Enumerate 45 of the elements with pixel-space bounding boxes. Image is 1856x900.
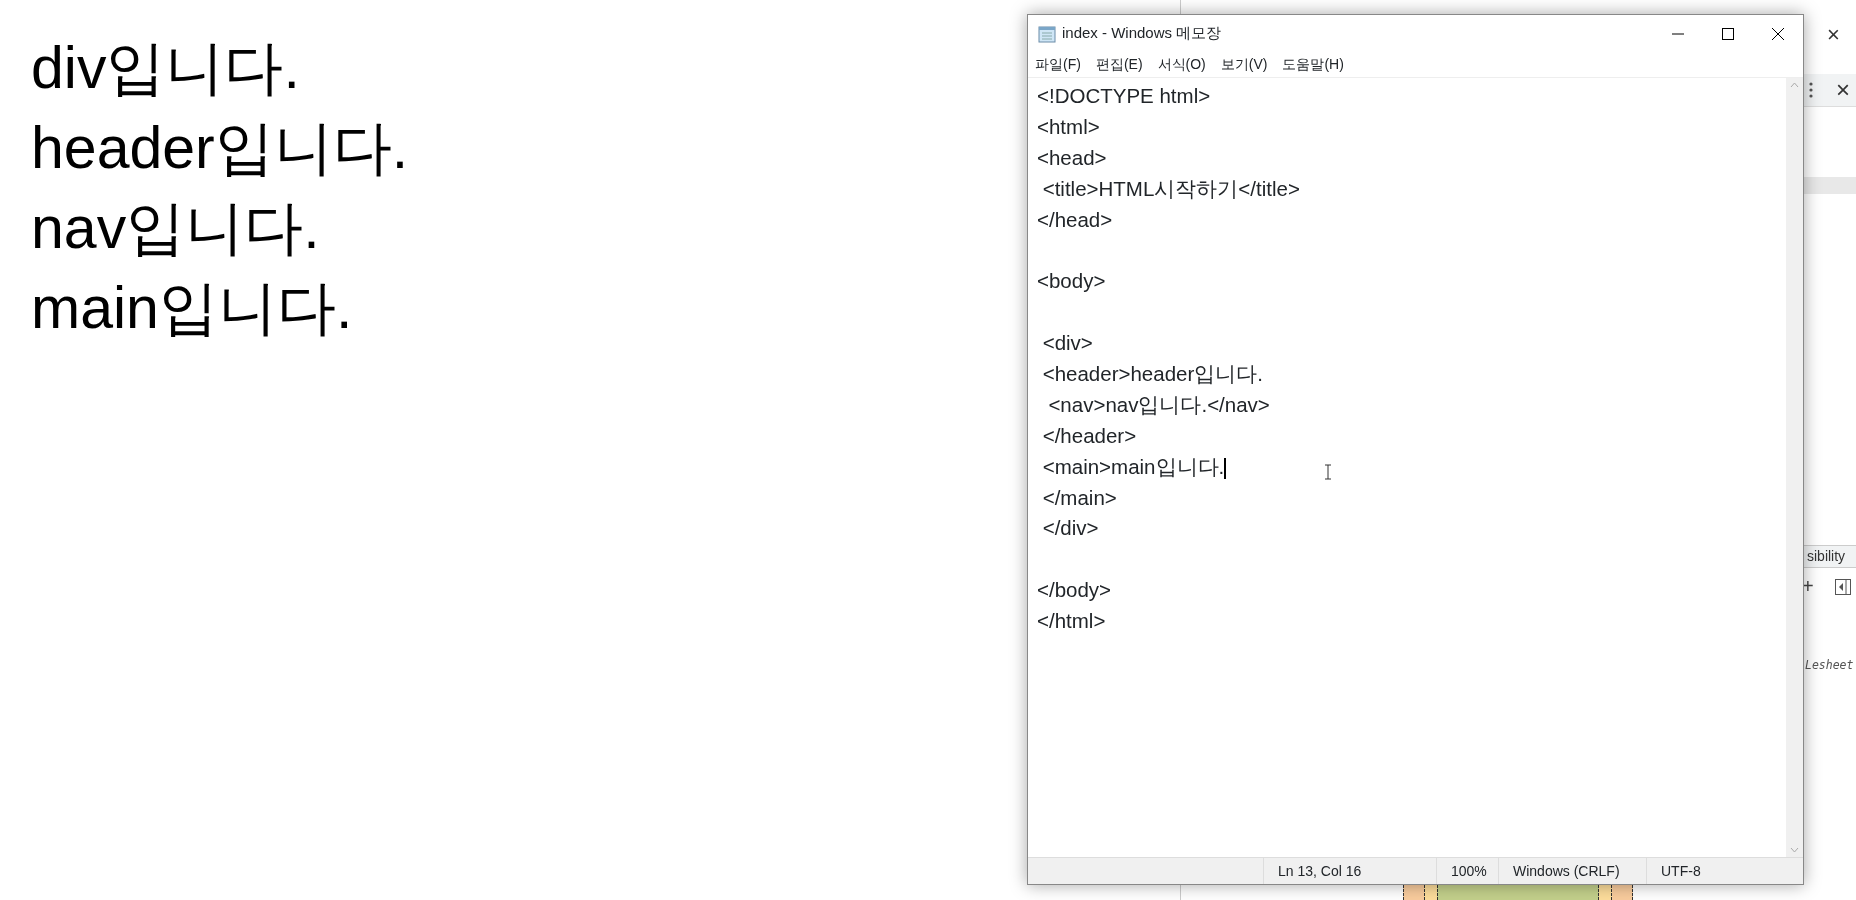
menu-item[interactable]: 편집(E): [1095, 54, 1143, 75]
menu-item[interactable]: 도움말(H): [1282, 54, 1344, 75]
stylesheet-label: Lesheet: [1805, 657, 1854, 674]
sidebar-toggle-icon[interactable]: [1835, 579, 1851, 595]
panel-tab[interactable]: sibility: [1807, 546, 1846, 566]
close-icon: [1771, 26, 1785, 41]
menu-item[interactable]: 서식(O): [1157, 54, 1206, 75]
maximize-icon: [1721, 26, 1735, 41]
notepad-icon: [1038, 24, 1056, 43]
window-title: index - Windows 메모장: [1062, 23, 1222, 44]
code-line: <div>: [1041, 330, 1093, 357]
code-line: <html>: [1037, 113, 1100, 140]
page-text: div입니다.: [31, 34, 300, 103]
code-line: </main>: [1041, 484, 1117, 511]
status-text: Ln 13, Col 16: [1263, 858, 1436, 884]
page-text: nav입니다.: [31, 194, 320, 263]
code-line: <title>HTML시작하기</title>: [1041, 175, 1300, 202]
menu-item[interactable]: 파일(F): [1035, 54, 1081, 75]
add-button[interactable]: +: [1802, 575, 1814, 597]
code-line: </div>: [1041, 515, 1099, 542]
minimize-icon: [1671, 32, 1685, 35]
close-button[interactable]: ×: [1836, 78, 1850, 102]
status-text: 100%: [1436, 858, 1498, 884]
scroll-up-icon[interactable]: [1790, 82, 1799, 88]
scroll-down-icon[interactable]: [1790, 847, 1799, 853]
code-line: </body>: [1037, 577, 1112, 604]
code-line: </head>: [1037, 206, 1113, 233]
text-cursor-icon: [1324, 464, 1332, 480]
code-line: <main>main입니다.: [1041, 453, 1226, 481]
close-button[interactable]: ×: [1827, 24, 1840, 46]
code-line: <head>: [1037, 144, 1107, 171]
status-text: Windows (CRLF): [1498, 858, 1646, 884]
row-highlight: [1801, 177, 1856, 194]
code-line: <header>header입니다.: [1041, 361, 1263, 387]
menu-item[interactable]: 보기(V): [1220, 54, 1268, 75]
code-line: <nav>nav입니다.</nav>: [1047, 391, 1270, 418]
code-line: </html>: [1037, 608, 1106, 635]
code-line: <!DOCTYPE html>: [1037, 83, 1211, 109]
page-text: main입니다.: [31, 274, 353, 343]
code-line: </header>: [1041, 422, 1137, 449]
more-options-icon[interactable]: [1809, 82, 1813, 98]
scrollbar[interactable]: [1786, 78, 1803, 857]
page-text: header입니다.: [31, 114, 409, 183]
status-text: UTF-8: [1646, 858, 1803, 884]
code-line: <body>: [1037, 268, 1106, 295]
